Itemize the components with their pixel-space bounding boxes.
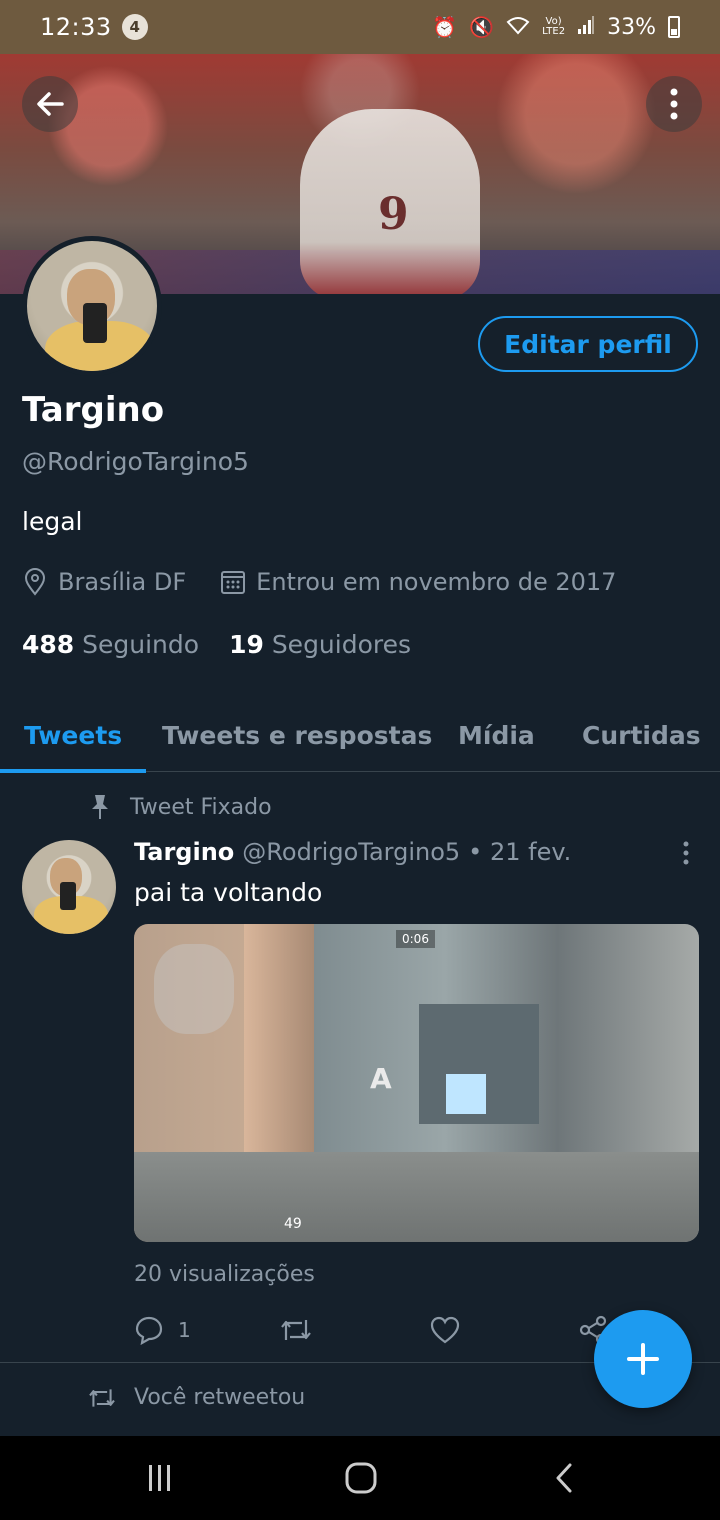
media-round-timer: 0:06 [396,930,435,948]
more-vertical-icon [683,841,689,865]
pinned-indicator: Tweet Fixado [88,793,272,821]
tab-likes[interactable]: Curtidas [582,700,701,772]
system-navigation-bar [0,1436,720,1520]
home-icon [345,1462,377,1494]
network-indicator: Vo) LTE2 [542,17,565,37]
follow-stats: 488 Seguindo 19 Seguidores [22,630,411,659]
profile-meta: Brasília DF Entrou em novembro de 2017 [22,568,616,596]
recent-apps-icon [149,1465,170,1491]
home-button[interactable] [341,1458,381,1498]
heart-icon [430,1316,460,1344]
tweet-author-handle: @RodrigoTargino5 [242,838,461,866]
back-nav-button[interactable] [544,1458,584,1498]
tweet-more-button[interactable] [682,840,690,870]
avatar-phone [83,303,107,343]
pin-icon [92,795,108,819]
plus-icon [627,1343,659,1375]
profile-avatar[interactable] [22,236,162,376]
followers-label: Seguidores [271,630,412,659]
following-count: 488 [22,630,75,659]
status-icons: ⏰ 🔇 Vo) LTE2 33% [432,15,680,40]
profile-location: Brasília DF [58,568,187,596]
profile-tabs: Tweets Tweets e respostas Mídia Curtidas [0,700,720,773]
back-button[interactable] [22,76,78,132]
recent-apps-button[interactable] [140,1458,180,1498]
followers-count: 19 [229,630,264,659]
notification-count-badge: 4 [121,14,148,40]
tab-tweets[interactable]: Tweets [0,700,147,773]
location-pin-icon [24,568,46,596]
following-link[interactable]: 488 Seguindo [22,630,199,659]
calendar-icon [221,571,246,594]
profile-bio: legal [22,507,83,536]
tab-media[interactable]: Mídia [458,700,535,772]
profile-joined-date: Entrou em novembro de 2017 [256,568,617,596]
alarm-icon: ⏰ [432,15,458,39]
mute-icon: 🔇 [469,15,495,39]
compose-tweet-button[interactable] [594,1310,692,1408]
battery-percentage: 33% [607,14,656,40]
tweet-header: Targino @RodrigoTargino5 • 21 fev. [134,838,571,866]
battery-icon [668,16,680,38]
banner-jersey-number: 9 [378,189,409,240]
pinned-label: Tweet Fixado [130,794,272,820]
tweet-date: • 21 fev. [468,838,572,866]
tab-tweets-replies[interactable]: Tweets e respostas [162,700,432,772]
retweet-icon [89,1388,115,1407]
more-options-button[interactable] [646,76,702,132]
retweet-button[interactable] [280,1316,326,1344]
reply-count: 1 [178,1318,191,1342]
following-label: Seguindo [82,630,200,659]
tweet-views: 20 visualizações [134,1262,315,1287]
media-floor [134,1152,699,1242]
edit-profile-button[interactable]: Editar perfil [478,316,698,372]
like-button[interactable] [430,1316,474,1344]
retweet-indicator: Você retweetou [88,1385,305,1410]
media-screen [446,1074,486,1114]
tweet-author-name[interactable]: Targino [134,838,234,866]
reply-button[interactable]: 1 [134,1315,191,1345]
profile-name: Targino [22,390,165,430]
status-time: 12:33 [40,13,112,41]
arrow-left-icon [37,92,64,116]
media-minimap [154,944,234,1034]
reply-icon [135,1316,163,1345]
retweeted-label: Você retweetou [134,1385,306,1410]
followers-link[interactable]: 19 Seguidores [229,630,411,659]
wifi-icon [506,15,530,40]
profile-handle: @RodrigoTargino5 [22,447,249,476]
more-vertical-icon [670,88,678,120]
avatar-phone [60,882,76,910]
tweet-actions: 1 [134,1310,614,1350]
status-bar: 12:33 4 ⏰ 🔇 Vo) LTE2 33% [0,0,720,54]
tweet-author-avatar[interactable] [22,840,116,934]
media-site-marker: A [370,1062,392,1095]
banner-player-figure: 9 [300,109,480,294]
signal-icon [577,15,595,40]
tweet-text: pai ta voltando [134,878,323,907]
chevron-left-icon [556,1463,572,1493]
tweet-media-video[interactable]: A 0:06 49 [134,924,699,1242]
network-label-bottom: LTE2 [542,26,566,37]
media-hud-health: 49 [284,1216,302,1232]
retweet-icon [281,1320,311,1340]
